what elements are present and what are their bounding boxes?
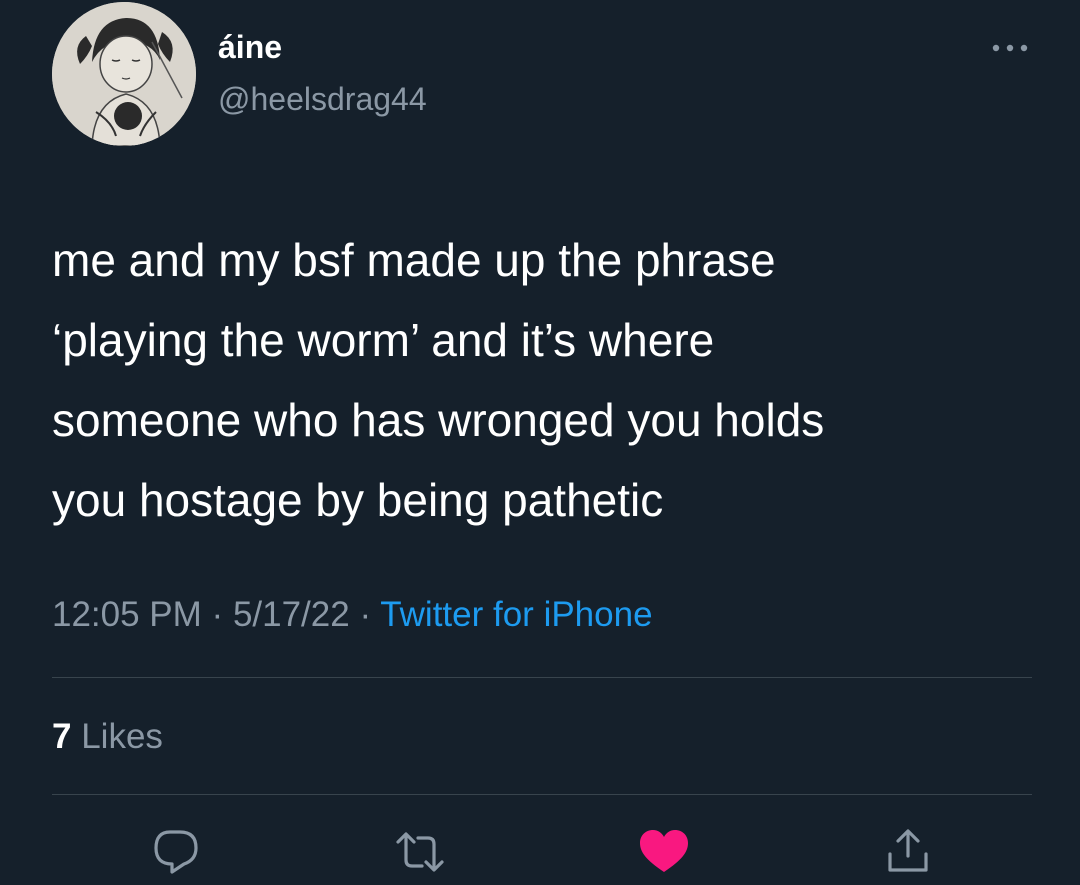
user-handle[interactable]: @heelsdrag44	[218, 80, 427, 118]
avatar-illustration	[52, 2, 196, 146]
likes-count: 7	[52, 717, 72, 756]
avatar[interactable]	[52, 2, 196, 146]
tweet-text-line: me and my bsf made up the phrase	[52, 234, 776, 286]
more-icon	[992, 44, 1028, 52]
tweet-text-line: someone who has wronged you holds	[52, 394, 825, 446]
retweet-button[interactable]	[392, 826, 448, 878]
tweet-card: áine @heelsdrag44 me and my bsf made up …	[0, 0, 1080, 885]
meta-separator: ·	[211, 595, 224, 634]
reply-button[interactable]	[148, 826, 204, 878]
retweet-icon	[396, 832, 444, 872]
tweet-source-link[interactable]: Twitter for iPhone	[380, 595, 652, 634]
tweet-time[interactable]: 12:05 PM	[52, 595, 202, 634]
like-button[interactable]	[636, 826, 692, 878]
divider	[52, 794, 1032, 795]
more-options-button[interactable]	[982, 30, 1038, 66]
tweet-date[interactable]: 5/17/22	[233, 595, 350, 634]
tweet-text-line: ‘playing the worm’ and it’s where	[52, 314, 715, 366]
tweet-text-line: you hostage by being pathetic	[52, 474, 664, 526]
reply-icon	[154, 830, 198, 874]
share-icon	[888, 829, 928, 872]
likes-label: Likes	[81, 717, 163, 756]
heart-icon	[640, 830, 688, 872]
tweet-text: me and my bsf made up the phrase ‘playin…	[52, 220, 1042, 540]
divider	[52, 677, 1032, 678]
meta-separator: ·	[359, 595, 372, 634]
tweet-metadata: 12:05 PM · 5/17/22 · Twitter for iPhone	[52, 594, 653, 636]
share-button[interactable]	[880, 826, 936, 878]
display-name[interactable]: áine	[218, 28, 282, 66]
likes-stat[interactable]: 7 Likes	[52, 716, 163, 758]
